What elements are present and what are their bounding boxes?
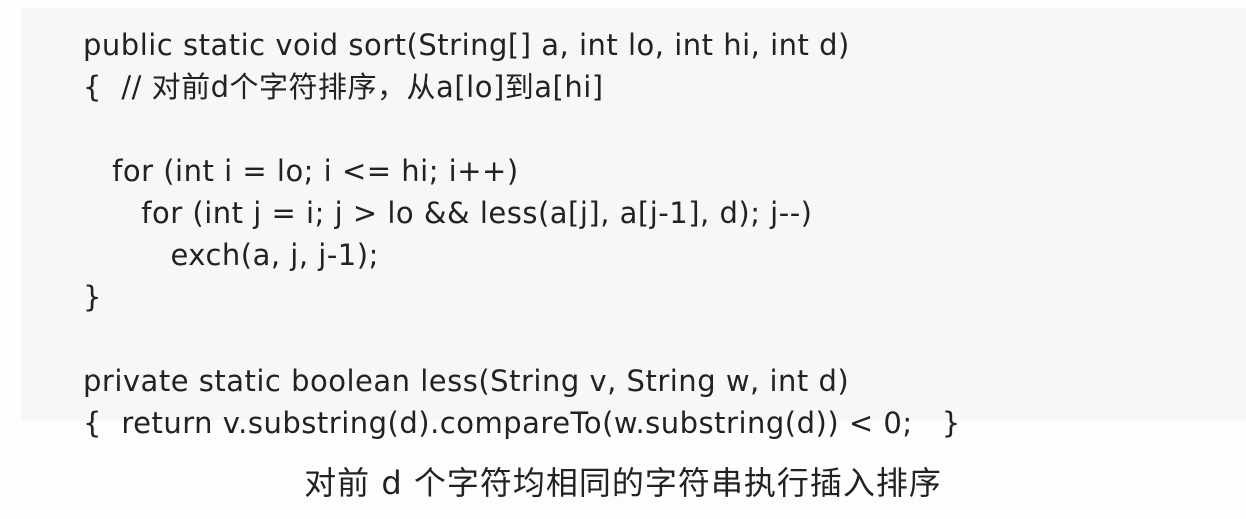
code-line: for (int j = i; j > lo && less(a[j], a[j…	[83, 196, 813, 230]
figure-caption: 对前 d 个字符均相同的字符串执行插入排序	[304, 464, 942, 502]
code-block: public static void sort(String[] a, int …	[83, 24, 961, 444]
code-line: private static boolean less(String v, St…	[83, 364, 850, 398]
code-line: }	[83, 280, 102, 314]
document-page: public static void sort(String[] a, int …	[0, 0, 1246, 519]
code-line: for (int i = lo; i <= hi; i++)	[83, 154, 519, 188]
code-line: public static void sort(String[] a, int …	[83, 28, 850, 62]
code-listing: public static void sort(String[] a, int …	[22, 8, 1246, 440]
code-line: { // 对前d个字符排序，从a[lo]到a[hi]	[83, 70, 604, 104]
code-line: { return v.substring(d).compareTo(w.subs…	[83, 406, 961, 440]
code-line: exch(a, j, j-1);	[83, 238, 379, 272]
